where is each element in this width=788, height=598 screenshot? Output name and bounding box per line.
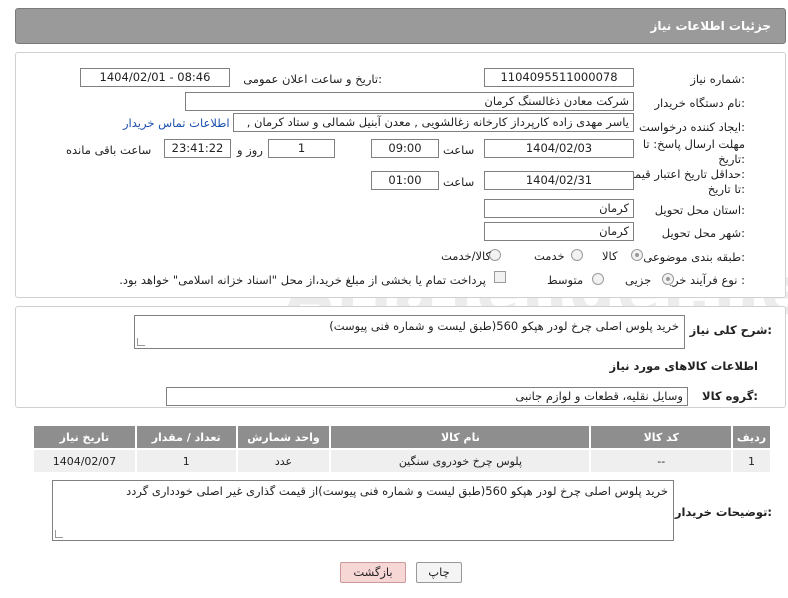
city-field: کرمان — [484, 222, 634, 241]
buyer-notes-textarea[interactable]: خرید پلوس اصلی چرخ لودر هپکو 560(طبق لیس… — [52, 480, 674, 541]
category-option-goods: کالا — [602, 249, 618, 263]
days-label: روز و — [237, 143, 263, 157]
buyer-notes-label: توضیحات خریدار: — [674, 505, 772, 519]
deadline-label: مهلت ارسال پاسخ: تا — [642, 137, 745, 151]
deadline-time-field: 09:00 — [371, 139, 439, 158]
deadline-time-label: ساعت — [443, 143, 475, 157]
need-number-field: 1104095511000078 — [484, 68, 634, 87]
deadline-date-field: 1404/02/03 — [484, 139, 634, 158]
cell-item-code: -- — [589, 448, 733, 474]
col-item-name: نام کالا — [329, 424, 592, 450]
city-label: شهر محل تحویل: — [661, 226, 745, 240]
process-radio-medium[interactable] — [592, 273, 604, 285]
table-row: 1404/02/07 1 عدد پلوس چرخ خودروی سنگین -… — [32, 448, 773, 474]
cell-quantity: 1 — [134, 448, 238, 474]
goods-group-field: وسایل نقلیه، قطعات و لوازم جانبی — [166, 387, 688, 406]
validity-date-field: 1404/02/31 — [484, 171, 634, 190]
days-field: 1 — [268, 139, 335, 158]
validity-date-label: تا تاریخ: — [707, 182, 745, 196]
cell-unit: عدد — [235, 448, 332, 474]
summary-text: خرید پلوس اصلی چرخ لودر هپکو 560(طبق لیس… — [329, 319, 679, 333]
goods-table: تاریخ نیاز تعداد / مقدار واحد شمارش نام … — [32, 424, 773, 474]
province-field: کرمان — [484, 199, 634, 218]
resize-handle-icon[interactable] — [55, 530, 63, 538]
col-need-date: تاریخ نیاز — [32, 424, 137, 450]
category-radio-service[interactable] — [571, 249, 583, 261]
col-quantity: تعداد / مقدار — [134, 424, 238, 450]
remaining-time-field: 23:41:22 — [164, 139, 231, 158]
creator-label: ایجاد کننده درخواست: — [639, 120, 745, 134]
goods-table-header: تاریخ نیاز تعداد / مقدار واحد شمارش نام … — [32, 424, 773, 450]
cell-need-date: 1404/02/07 — [32, 448, 137, 474]
buyer-contact-link[interactable]: اطلاعات تماس خریدار — [123, 116, 230, 130]
back-button[interactable]: بازگشت — [340, 562, 406, 583]
print-button[interactable]: چاپ — [416, 562, 462, 583]
category-label: طبقه بندی موضوعی: — [643, 250, 745, 264]
category-option-goods-service: کالا/خدمت — [441, 249, 492, 263]
buyer-notes-text: خرید پلوس اصلی چرخ لودر هپکو 560(طبق لیس… — [126, 484, 668, 498]
cell-row-number: 1 — [730, 448, 773, 474]
col-row-number: ردیف — [730, 424, 773, 450]
treasury-payment-checkbox[interactable] — [494, 271, 506, 283]
process-option-medium: متوسط — [547, 273, 584, 287]
treasury-payment-note: پرداخت تمام یا بخشی از مبلغ خرید،از محل … — [119, 273, 486, 287]
province-label: استان محل تحویل: — [654, 203, 745, 217]
page-header: جزئیات اطلاعات نیاز — [15, 8, 786, 44]
process-option-minor: جزیی — [625, 273, 652, 287]
category-option-service: خدمت — [534, 249, 565, 263]
announce-date-field: 1404/02/01 - 08:46 — [80, 68, 230, 87]
goods-section-title: اطلاعات کالاهای مورد نیاز — [609, 359, 758, 373]
deadline-date-label: تاریخ: — [718, 152, 745, 166]
summary-label: شرح کلی نیاز: — [689, 323, 772, 337]
remaining-time-label: ساعت باقی مانده — [66, 143, 152, 157]
process-label: نوع فرآیند خرید : — [663, 273, 745, 287]
goods-group-label: گروه کالا: — [702, 389, 758, 403]
min-validity-label: حداقل تاریخ اعتبار قیمت: — [623, 167, 745, 181]
category-radio-goods[interactable] — [631, 249, 643, 261]
summary-textarea[interactable]: خرید پلوس اصلی چرخ لودر هپکو 560(طبق لیس… — [134, 315, 685, 349]
process-radio-minor[interactable] — [662, 273, 674, 285]
col-item-code: کد کالا — [589, 424, 733, 450]
resize-handle-icon[interactable] — [137, 338, 145, 346]
buyer-org-label: نام دستگاه خریدار: — [654, 96, 745, 110]
buyer-org-field: شرکت معادن ذغالسنگ کرمان — [185, 92, 634, 111]
cell-item-name: پلوس چرخ خودروی سنگین — [329, 448, 592, 474]
creator-field: یاسر مهدی زاده کارپرداز کارخانه زغالشویی… — [233, 113, 634, 132]
validity-time-field: 01:00 — [371, 171, 439, 190]
col-unit: واحد شمارش — [235, 424, 332, 450]
page-title: جزئیات اطلاعات نیاز — [650, 19, 771, 33]
announce-date-label: تاریخ و ساعت اعلان عمومی: — [243, 72, 382, 86]
need-number-label: شماره نیاز: — [690, 72, 745, 86]
validity-time-label: ساعت — [443, 175, 475, 189]
